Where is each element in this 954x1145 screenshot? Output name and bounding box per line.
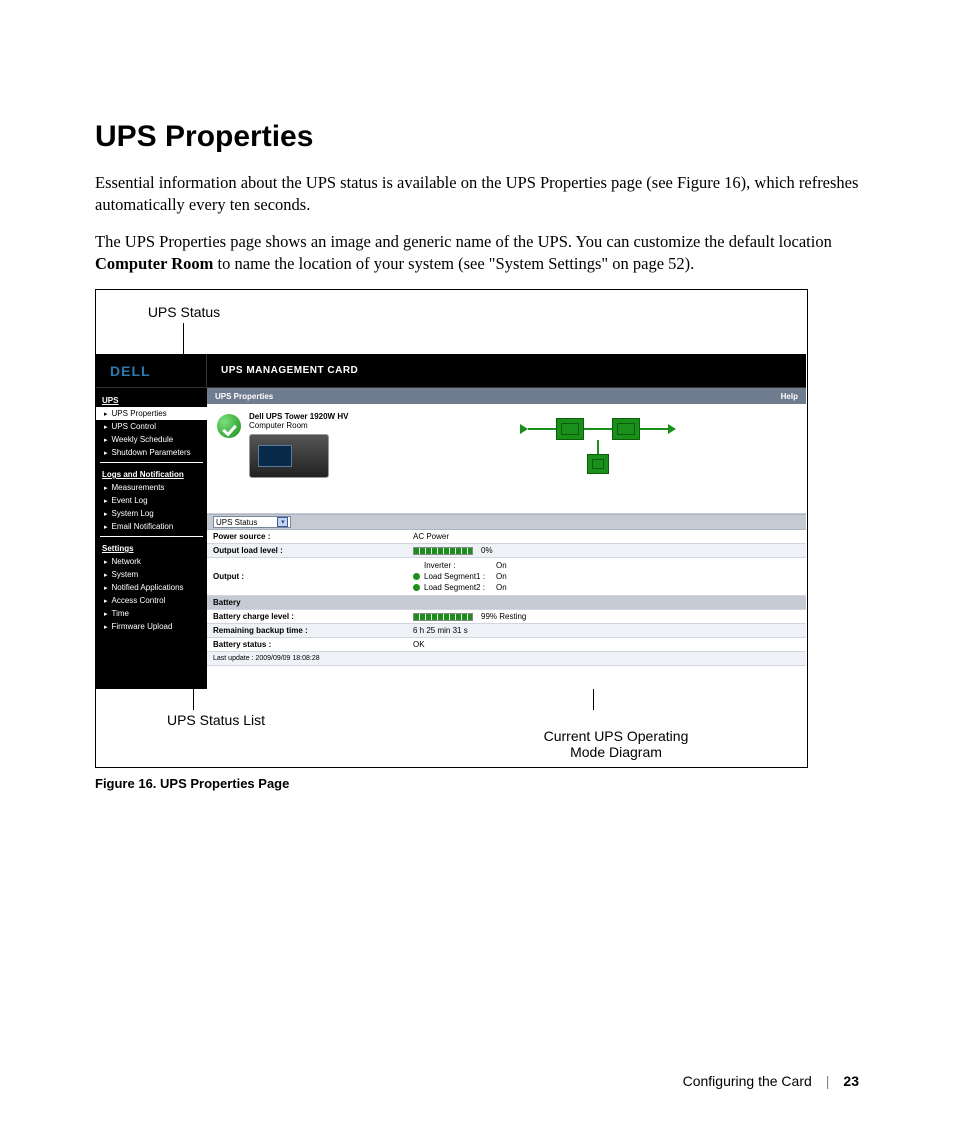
diagram-rectifier-icon xyxy=(556,418,584,440)
battery-status-value: OK xyxy=(407,638,806,651)
nav-time[interactable]: Time xyxy=(96,607,207,620)
output-load-label: Output load level : xyxy=(207,544,407,557)
load-bar-icon xyxy=(413,547,473,555)
ups-status-select[interactable]: UPS Status ▾ xyxy=(213,516,291,528)
nav-ups-properties[interactable]: UPS Properties xyxy=(96,407,207,420)
sidebar: UPS UPS Properties UPS Control Weekly Sc… xyxy=(96,388,207,689)
panel-title: UPS Properties xyxy=(215,392,273,401)
dell-logo: DELL xyxy=(96,354,207,387)
battery-bar-icon xyxy=(413,613,473,621)
nav-ups-control[interactable]: UPS Control xyxy=(96,420,207,433)
remaining-backup-value: 6 h 25 min 31 s xyxy=(407,624,806,637)
nav-firmware-upload[interactable]: Firmware Upload xyxy=(96,620,207,633)
battery-charge-label: Battery charge level : xyxy=(207,610,407,623)
power-source-label: Power source : xyxy=(207,530,407,543)
battery-section-header: Battery xyxy=(207,596,407,609)
status-ok-icon xyxy=(217,414,241,438)
output-load-value: 0% xyxy=(407,544,806,557)
app-title: UPS MANAGEMENT CARD xyxy=(207,365,358,376)
nav-access-control[interactable]: Access Control xyxy=(96,594,207,607)
nav-section-ups: UPS xyxy=(96,392,207,407)
figure-frame: UPS Status UPS Status List Current UPS O… xyxy=(95,289,808,768)
panel-header: UPS Properties Help xyxy=(207,388,806,404)
battery-status-label: Battery status : xyxy=(207,638,407,651)
nav-system-log[interactable]: System Log xyxy=(96,507,207,520)
nav-section-settings: Settings xyxy=(96,540,207,555)
output-values: Inverter :On Load Segment1 :On Load Segm… xyxy=(413,560,507,593)
paragraph-2: The UPS Properties page shows an image a… xyxy=(95,231,859,276)
callout-mode-diagram: Current UPS Operating Mode Diagram xyxy=(516,712,716,768)
page-title: UPS Properties xyxy=(95,120,859,154)
ups-management-screenshot: DELL UPS MANAGEMENT CARD UPS UPS Propert… xyxy=(96,354,806,689)
diagram-inverter-icon xyxy=(612,418,640,440)
last-update: Last update : 2009/09/09 18:08:28 xyxy=(207,653,407,664)
status-table: Power source : AC Power Output load leve… xyxy=(207,530,806,666)
nav-email-notification[interactable]: Email Notification xyxy=(96,520,207,533)
nav-measurements[interactable]: Measurements xyxy=(96,481,207,494)
power-source-value: AC Power xyxy=(407,530,806,543)
figure-caption: Figure 16. UPS Properties Page xyxy=(95,776,859,791)
battery-charge-value: 99% Resting xyxy=(407,610,806,623)
callout-ups-status: UPS Status xyxy=(124,304,244,320)
device-info: Dell UPS Tower 1920W HV Computer Room xyxy=(249,412,348,478)
nav-notified-applications[interactable]: Notified Applications xyxy=(96,581,207,594)
page-footer: Configuring the Card | 23 xyxy=(683,1073,859,1089)
remaining-backup-label: Remaining backup time : xyxy=(207,624,407,637)
diagram-battery-icon xyxy=(587,454,609,474)
ups-device-image xyxy=(249,434,329,478)
nav-weekly-schedule[interactable]: Weekly Schedule xyxy=(96,433,207,446)
operating-mode-diagram xyxy=(520,412,796,474)
output-label: Output : xyxy=(207,570,407,583)
nav-section-logs: Logs and Notification xyxy=(96,466,207,481)
help-link[interactable]: Help xyxy=(781,392,798,401)
callout-ups-status-list: UPS Status List xyxy=(136,712,296,728)
led-icon xyxy=(413,573,420,580)
led-icon xyxy=(413,584,420,591)
nav-shutdown-parameters[interactable]: Shutdown Parameters xyxy=(96,446,207,459)
chevron-down-icon: ▾ xyxy=(277,517,288,527)
nav-network[interactable]: Network xyxy=(96,555,207,568)
paragraph-1: Essential information about the UPS stat… xyxy=(95,172,859,217)
nav-system[interactable]: System xyxy=(96,568,207,581)
nav-event-log[interactable]: Event Log xyxy=(96,494,207,507)
